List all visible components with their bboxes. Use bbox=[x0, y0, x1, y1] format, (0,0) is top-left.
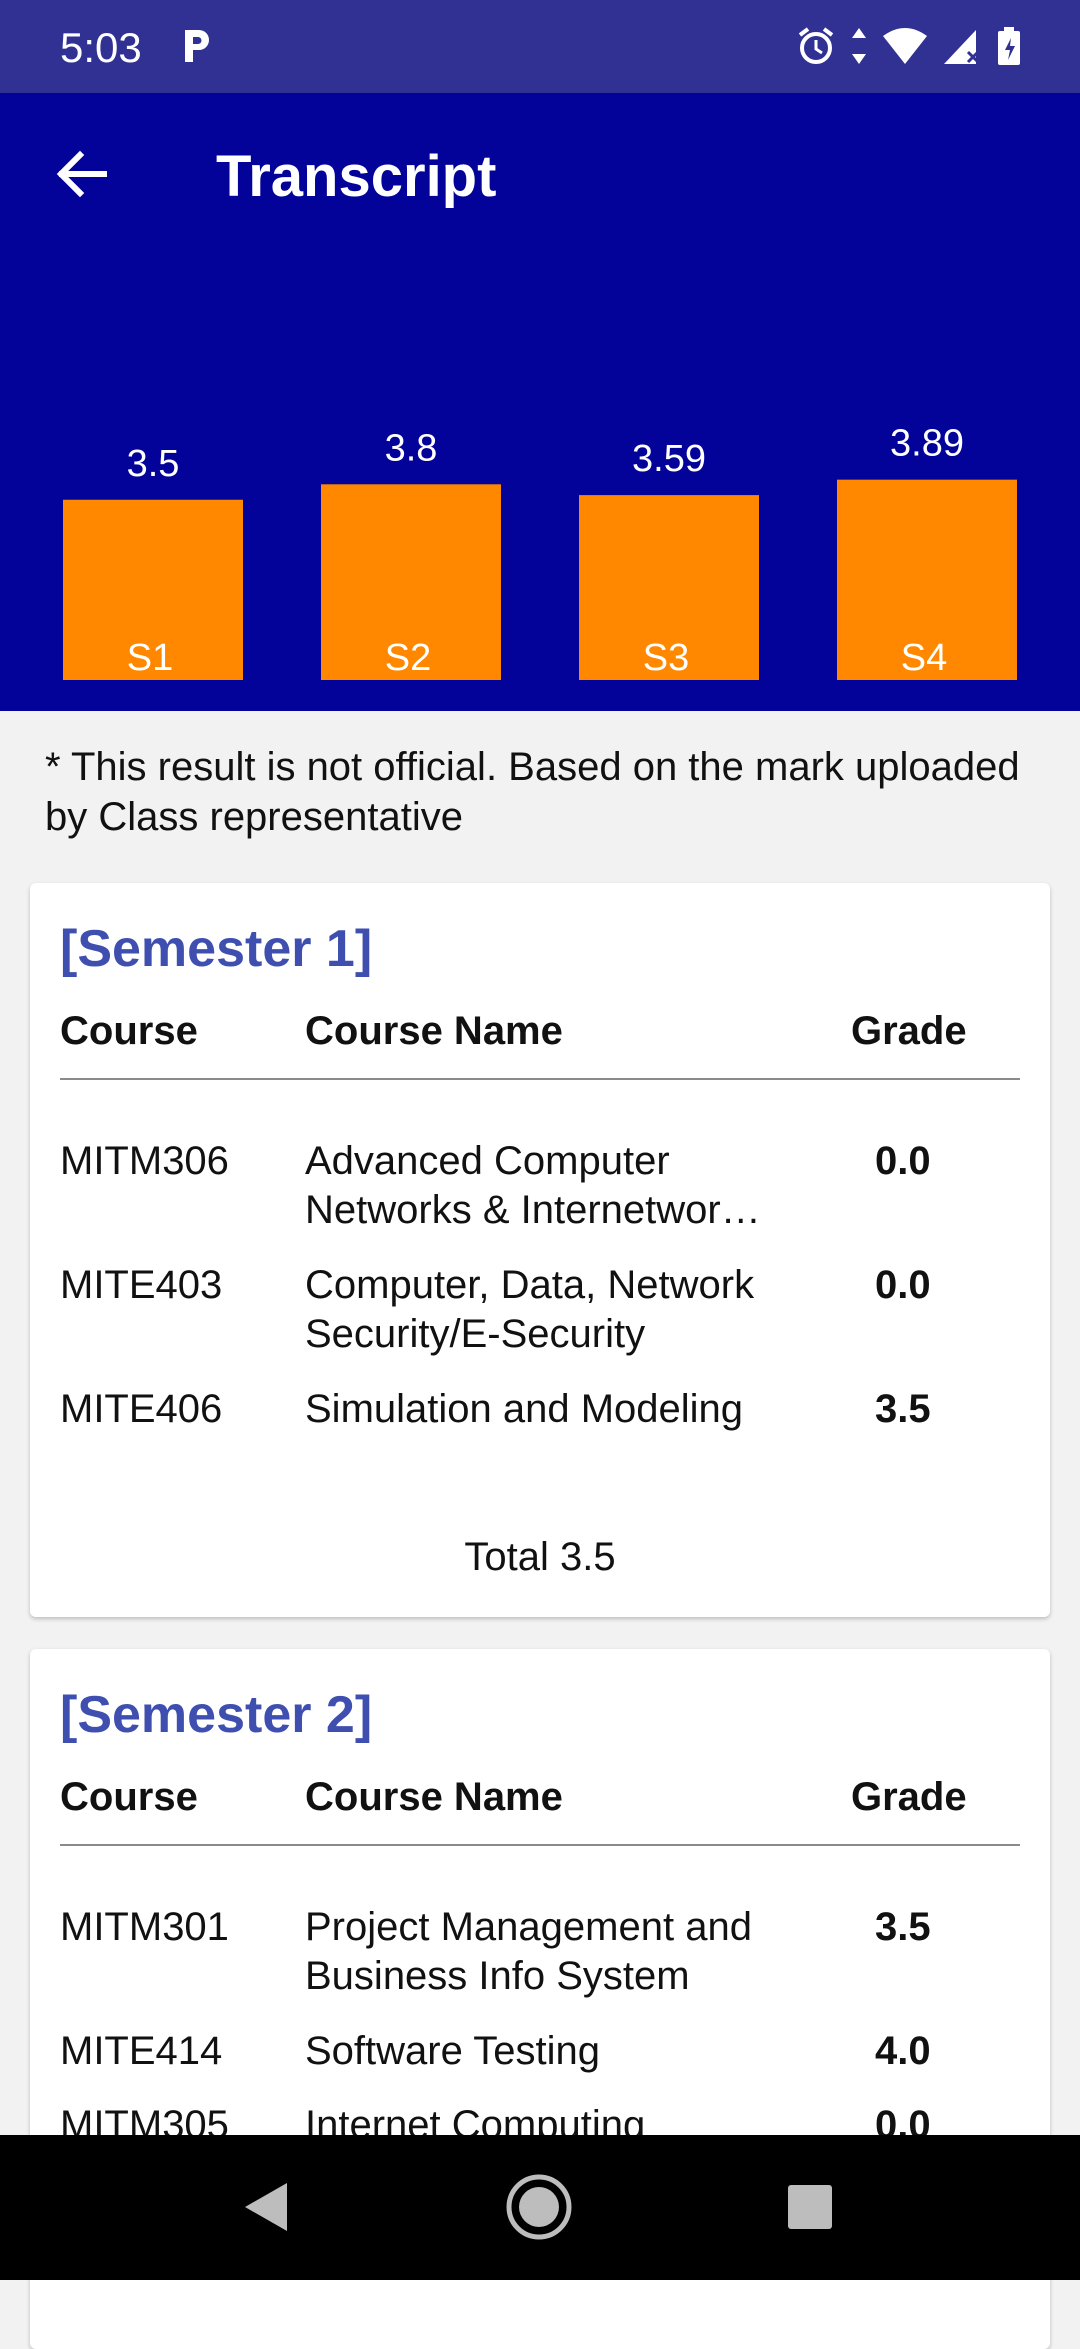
course-name: Computer, Data, Network Security/E-Secur… bbox=[305, 1263, 755, 1356]
semester-1-card: [Semester 1] Course Course Name Grade MI… bbox=[30, 883, 1050, 1617]
header-divider bbox=[60, 1844, 1020, 1846]
parking-icon bbox=[185, 30, 209, 62]
status-icons bbox=[796, 26, 1022, 66]
course-name: Project Management and Business Info Sys… bbox=[305, 1905, 752, 1998]
header-grade: Grade bbox=[851, 1009, 967, 1053]
system-nav-bar bbox=[0, 2135, 1080, 2280]
chart-value-label: 3.8 bbox=[385, 427, 438, 469]
course-grade: 4.0 bbox=[875, 2029, 931, 2073]
app-bar: Transcript 3.5 S1 3.8 S2 3.59 S3 3.89 S4 bbox=[0, 93, 1080, 711]
status-bar: 5:03 bbox=[0, 0, 1080, 93]
course-code: MITM301 bbox=[60, 1905, 229, 1949]
course-grade: 3.5 bbox=[875, 1387, 931, 1431]
course-name: Simulation and Modeling bbox=[305, 1387, 744, 1431]
header-course: Course bbox=[60, 1009, 198, 1053]
semester-title: [Semester 1] bbox=[60, 920, 373, 978]
course-name: Software Testing bbox=[305, 2029, 600, 2073]
chart-category-label: S1 bbox=[127, 637, 173, 679]
semester-total: Total 3.5 bbox=[464, 1535, 616, 1579]
wifi-icon bbox=[883, 28, 927, 64]
course-code: MITM306 bbox=[60, 1139, 229, 1183]
course-grade: 0.0 bbox=[875, 1263, 931, 1307]
alarm-icon bbox=[798, 27, 834, 64]
chart-value-label: 3.5 bbox=[127, 443, 180, 485]
course-code: MITE403 bbox=[60, 1263, 223, 1307]
course-code: MITE406 bbox=[60, 1387, 223, 1431]
battery-icon bbox=[998, 27, 1020, 65]
header-divider bbox=[60, 1078, 1020, 1080]
header-course-name: Course Name bbox=[305, 1775, 563, 1819]
course-grade: 3.5 bbox=[875, 1905, 931, 1949]
chart-value-label: 3.59 bbox=[632, 438, 706, 480]
back-triangle-icon[interactable] bbox=[243, 2181, 289, 2233]
semester-title: [Semester 2] bbox=[60, 1686, 373, 1744]
recents-square-icon[interactable] bbox=[786, 2183, 834, 2231]
chart-category-label: S3 bbox=[643, 637, 689, 679]
course-code: MITE414 bbox=[60, 2029, 223, 2073]
chart-category-label: S4 bbox=[901, 637, 947, 679]
gpa-bar-chart: 3.5 S1 3.8 S2 3.59 S3 3.89 S4 bbox=[63, 423, 1017, 680]
header-course-name: Course Name bbox=[305, 1009, 563, 1053]
signal-icon bbox=[944, 30, 980, 64]
course-name: Advanced Computer Networks & Internetwor… bbox=[305, 1139, 761, 1232]
header-course: Course bbox=[60, 1775, 198, 1819]
course-grade: 0.0 bbox=[875, 1139, 931, 1183]
chart-category-label: S2 bbox=[385, 637, 431, 679]
unofficial-notice: * This result is not official. Based on … bbox=[45, 745, 1020, 839]
home-circle-icon[interactable] bbox=[505, 2173, 573, 2241]
chart-value-label: 3.89 bbox=[890, 423, 964, 465]
status-time: 5:03 bbox=[60, 24, 142, 71]
header-grade: Grade bbox=[851, 1775, 967, 1819]
data-icon bbox=[852, 28, 866, 64]
